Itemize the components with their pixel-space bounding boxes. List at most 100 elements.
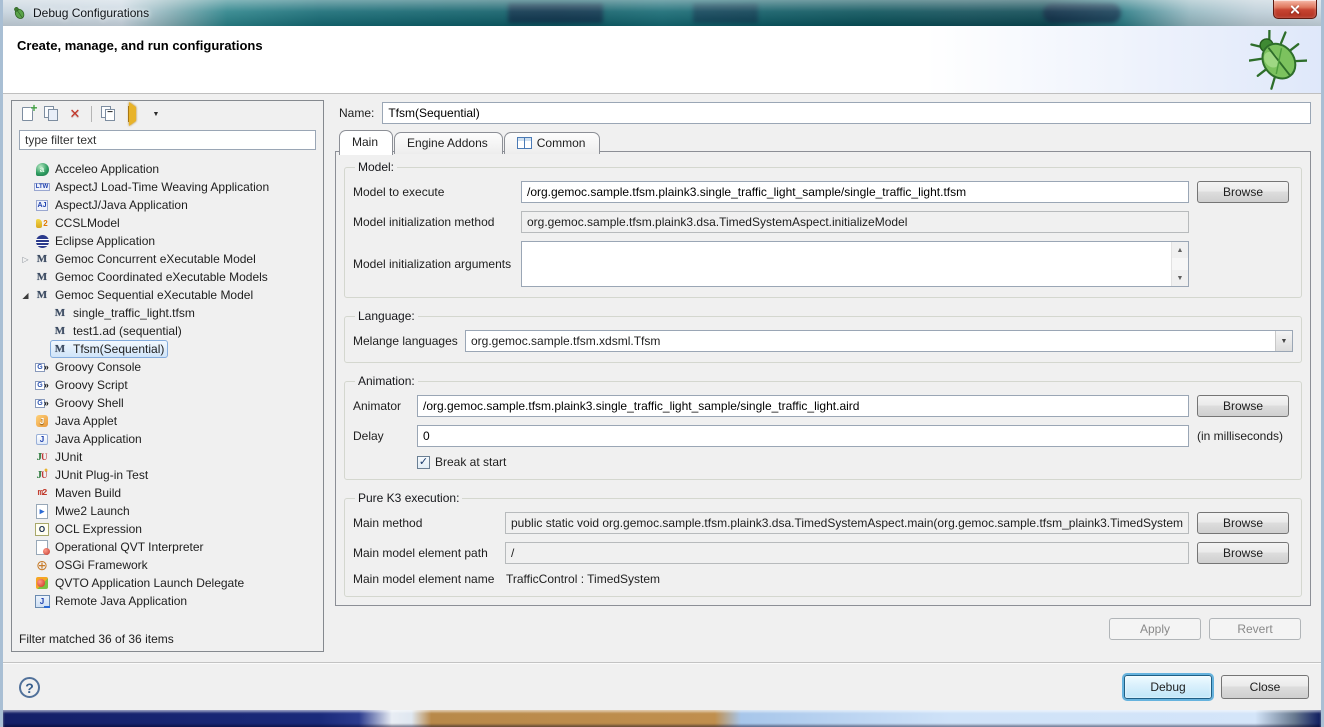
checkbox-label: Break at start [435,455,506,469]
eclipse-icon [34,233,50,249]
expanded-twisty-icon[interactable]: ◢ [19,291,32,300]
help-icon[interactable]: ? [19,677,40,698]
tree-item-gemoc-concurrent-executable-model[interactable]: ▷Gemoc Concurrent eXecutable Model [13,250,322,268]
configuration-name-input[interactable] [382,102,1311,124]
tree-item-gemoc-coordinated-executable-models[interactable]: Gemoc Coordinated eXecutable Models [13,268,322,286]
delay-input[interactable] [417,425,1189,447]
dropdown-arrow-button[interactable]: ▼ [145,103,167,125]
tree-item-content: OSGi Framework [32,556,152,574]
tree-item-junit[interactable]: JUnit [13,448,322,466]
tree-item-content: Groovy Console [32,358,145,376]
gemoc-icon [34,287,50,303]
melange-languages-combo[interactable]: org.gemoc.sample.tfsm.xdsml.Tfsm▼ [465,330,1293,352]
tree-item-tfsm-sequential[interactable]: Tfsm(Sequential) [13,340,322,358]
tree-item-gemoc-sequential-executable-model[interactable]: ◢Gemoc Sequential eXecutable Model [13,286,322,304]
tree-item-test1-ad-sequential[interactable]: test1.ad (sequential) [13,322,322,340]
new-launch-configuration-button[interactable] [16,103,38,125]
tree-item-java-applet[interactable]: Java Applet [13,412,322,430]
filter-launch-configurations-button[interactable] [121,103,143,125]
tree-item-aspectj-load-time-weaving-application[interactable]: AspectJ Load-Time Weaving Application [13,178,322,196]
scroll-up-icon[interactable]: ▲ [1172,242,1188,258]
model-initialization-method-input[interactable] [521,211,1189,233]
model-to-execute-input[interactable] [521,181,1189,203]
browse-button-main-model-element-path[interactable]: Browse [1197,542,1289,564]
tree-item-operational-qvt-interpreter[interactable]: Operational QVT Interpreter [13,538,322,556]
tree-item-label: test1.ad (sequential) [72,324,182,338]
tree-item-groovy-console[interactable]: Groovy Console [13,358,322,376]
tree-item-ccslmodel[interactable]: CCSLModel [13,214,322,232]
tree-item-label: Remote Java Application [54,594,187,608]
tree-item-label: CCSLModel [54,216,120,230]
tree-item-label: Java Applet [54,414,117,428]
tree-item-content: Java Applet [32,412,121,430]
tree-item-qvto-application-launch-delegate[interactable]: QVTO Application Launch Delegate [13,574,322,592]
close-button[interactable] [1273,0,1317,19]
field-label-main-model-element-path: Main model element path [353,546,505,560]
scroll-down-icon[interactable]: ▼ [1172,270,1188,286]
tree-item-single-traffic-light-tfsm[interactable]: single_traffic_light.tfsm [13,304,322,322]
table-icon [517,137,532,149]
tree-item-label: single_traffic_light.tfsm [72,306,195,320]
main-method-input[interactable] [505,512,1189,534]
animator-input[interactable] [417,395,1189,417]
apply-button[interactable]: Apply [1109,618,1201,640]
animation-group-title: Animation: [355,374,418,388]
tree-item-content: Gemoc Sequential eXecutable Model [32,286,257,304]
junit-plugin-icon [34,467,50,483]
tree-item-label: JUnit Plug-in Test [54,468,148,482]
tree-item-label: Maven Build [54,486,121,500]
tree-item-maven-build[interactable]: Maven Build [13,484,322,502]
tree-item-osgi-framework[interactable]: OSGi Framework [13,556,322,574]
filter-input[interactable] [19,130,316,150]
break-at-start-checkbox[interactable]: ✓Break at start [417,455,506,469]
browse-slot: Browse [1189,512,1293,534]
tab-common[interactable]: Common [504,132,601,154]
model-initialization-arguments-textarea[interactable]: ▲▼ [521,241,1189,287]
tree-item-label: Java Application [54,432,142,446]
delete-launch-configuration-button[interactable]: ✕ [64,103,86,125]
collapse-all-button[interactable] [97,103,119,125]
tree-item-groovy-script[interactable]: Groovy Script [13,376,322,394]
main-model-element-path-input[interactable] [505,542,1189,564]
tab-main-label: Main [352,135,378,149]
tree-item-content: Operational QVT Interpreter [32,538,208,556]
collapsed-twisty-icon[interactable]: ▷ [19,255,32,264]
qvto-icon [34,575,50,591]
tree-item-aspectj-java-application[interactable]: AspectJ/Java Application [13,196,322,214]
model-group: Model: Model to executeBrowseModel initi… [344,160,1302,298]
titlebar-glass-blob [508,3,603,23]
model-group-title: Model: [355,160,397,174]
tree-item-content: Acceleo Application [32,160,163,178]
debug-button[interactable]: Debug [1124,675,1212,699]
tree-item-label: Eclipse Application [54,234,155,248]
tree-item-ocl-expression[interactable]: OCL Expression [13,520,322,538]
field-label-main-method: Main method [353,516,505,530]
tree-item-groovy-shell[interactable]: Groovy Shell [13,394,322,412]
titlebar-glass-blob [1043,3,1121,23]
revert-button[interactable]: Revert [1209,618,1301,640]
field-row-delay: Delay(in milliseconds) [353,425,1293,447]
tree-item-junit-plug-in-test[interactable]: JUnit Plug-in Test [13,466,322,484]
tree-item-content: AspectJ/Java Application [32,196,192,214]
duplicate-launch-configuration-button[interactable] [40,103,62,125]
chevron-down-icon[interactable]: ▼ [1275,331,1292,351]
browse-button-animator[interactable]: Browse [1197,395,1289,417]
language-group-title: Language: [355,309,418,323]
tree-item-acceleo-application[interactable]: Acceleo Application [13,160,322,178]
tree-item-content: Eclipse Application [32,232,159,250]
tree-item-remote-java-application[interactable]: Remote Java Application [13,592,322,610]
textarea-scrollbar[interactable]: ▲▼ [1171,242,1188,286]
tree-item-mwe2-launch[interactable]: Mwe2 Launch [13,502,322,520]
tree-item-label: Acceleo Application [54,162,159,176]
tree-item-java-application[interactable]: Java Application [13,430,322,448]
tab-main[interactable]: Main [339,130,393,155]
tab-engine-addons[interactable]: Engine Addons [394,132,503,154]
browse-button-main-method[interactable]: Browse [1197,512,1289,534]
browse-button-model-to-execute[interactable]: Browse [1197,181,1289,203]
dropdown-arrow-icon: ▼ [153,111,160,118]
close-dialog-button[interactable]: Close [1221,675,1309,699]
tree-item-eclipse-application[interactable]: Eclipse Application [13,232,322,250]
titlebar[interactable]: Debug Configurations [3,0,1321,26]
tree-item-content: Groovy Shell [32,394,128,412]
pure-k3-group-title: Pure K3 execution: [355,491,462,505]
